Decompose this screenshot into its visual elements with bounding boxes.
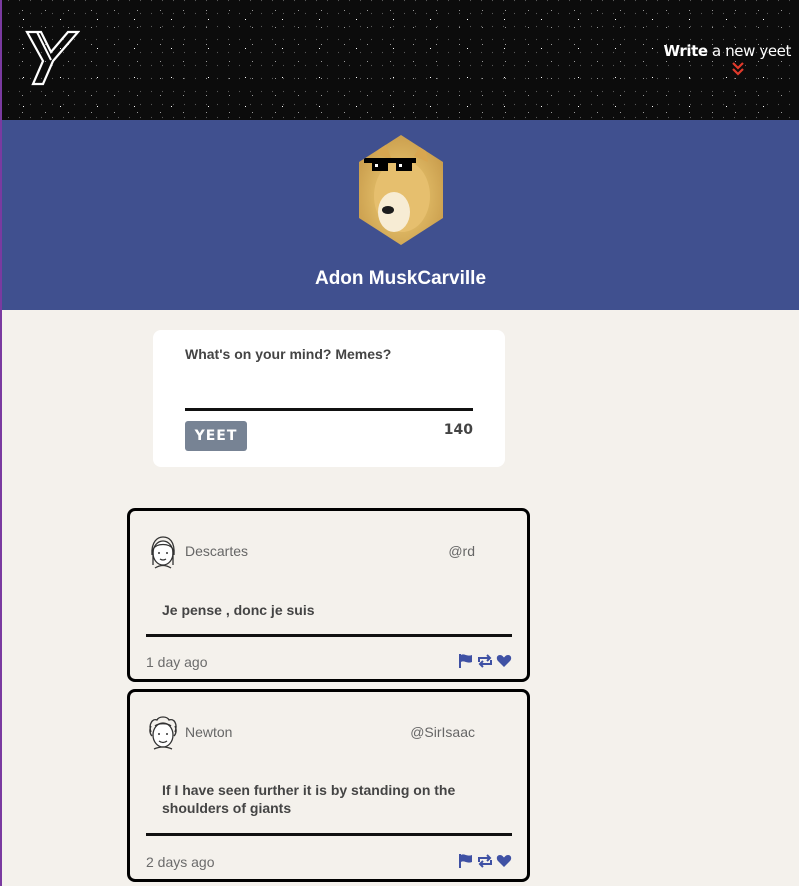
tweet-author-name[interactable]: Newton — [185, 724, 232, 740]
double-chevron-down-icon[interactable] — [731, 62, 745, 76]
header-banner: Write a new yeet — [2, 0, 799, 120]
retweet-icon[interactable] — [477, 653, 493, 669]
write-label: Write — [663, 42, 709, 60]
profile-header: Adon MuskCarville — [2, 120, 799, 310]
tweet-author-handle[interactable]: @SirIsaac — [410, 724, 475, 740]
tweet-divider — [146, 833, 512, 836]
compose-divider — [185, 408, 473, 411]
compose-textarea[interactable] — [185, 346, 473, 410]
flag-icon[interactable] — [458, 653, 474, 669]
user-face-icon[interactable] — [147, 716, 179, 750]
tweet-timestamp: 2 days ago — [146, 854, 215, 870]
new-yeet-label: a new yeet — [707, 42, 791, 60]
tweet-timestamp: 1 day ago — [146, 654, 208, 670]
tweet-text: If I have seen further it is by standing… — [162, 782, 456, 816]
tweet-card: Newton @SirIsaac If I have seen further … — [127, 689, 530, 882]
retweet-icon[interactable] — [477, 853, 493, 869]
y-logo-icon[interactable] — [24, 30, 80, 86]
flag-icon[interactable] — [458, 853, 474, 869]
tweet-author-name[interactable]: Descartes — [185, 543, 248, 559]
tweet-actions — [458, 853, 512, 869]
profile-name: Adon MuskCarville — [314, 268, 487, 289]
heart-icon[interactable] — [496, 653, 512, 669]
tweet-divider — [146, 634, 512, 637]
heart-icon[interactable] — [496, 853, 512, 869]
character-counter: 140 — [443, 422, 473, 438]
user-face-icon[interactable] — [147, 535, 179, 569]
tweet-author-handle[interactable]: @rd — [448, 543, 475, 559]
yeet-button[interactable]: YEET — [185, 421, 247, 451]
tweet-card: Descartes @rd Je pense , donc je suis 1 … — [127, 508, 530, 682]
write-new-yeet-link[interactable]: Write a new yeet — [664, 42, 792, 60]
tweet-actions — [458, 653, 512, 669]
tweet-text: Je pense , donc je suis — [162, 602, 315, 618]
compose-card: YEET 140 — [153, 330, 505, 467]
profile-avatar[interactable] — [358, 134, 444, 246]
